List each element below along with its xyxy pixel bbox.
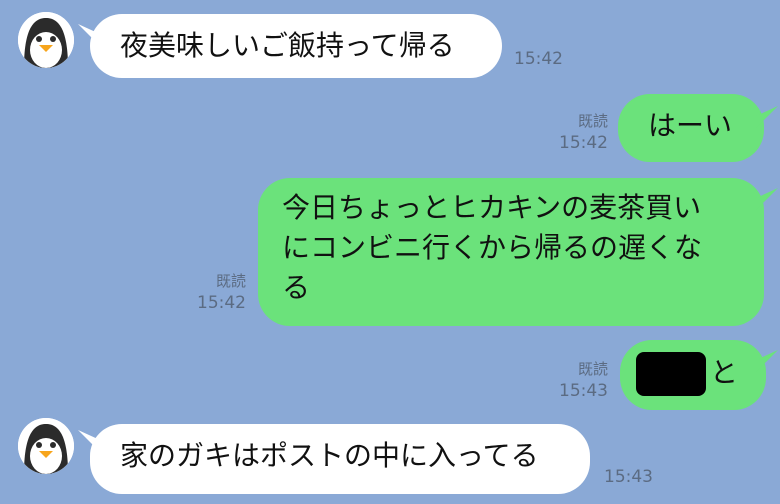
avatar-penguin-icon[interactable] (18, 12, 74, 68)
message-bubble-incoming[interactable]: 家のガキはポストの中に入ってる (90, 424, 590, 494)
message-bubble-outgoing[interactable]: 今日ちょっとヒカキンの麦茶買い にコンビニ行くから帰るの遅くな る (258, 178, 764, 326)
penguin-icon (18, 12, 74, 68)
message-time: 15:42 (514, 49, 563, 69)
message-meta: 15:42 (514, 48, 563, 70)
message-time: 15:42 (197, 293, 246, 313)
message-bubble-incoming[interactable]: 夜美味しいご飯持って帰る (90, 14, 502, 78)
message-meta: 既読 15:42 (184, 270, 246, 314)
bubble-tail (756, 350, 778, 372)
message-time: 15:43 (559, 381, 608, 401)
message-time: 15:42 (559, 133, 608, 153)
message-meta: 既読 15:42 (546, 110, 608, 154)
message-meta: 15:43 (604, 466, 653, 488)
message-bubble-outgoing[interactable]: と (620, 340, 766, 410)
read-receipt: 既読 (577, 360, 608, 378)
message-meta: 既読 15:43 (546, 358, 608, 402)
bubble-tail (756, 188, 778, 210)
message-text: 夜美味しいご飯持って帰る (120, 29, 455, 62)
bubble-tail (756, 106, 778, 128)
message-text: はーい (648, 109, 733, 142)
message-text: と (710, 356, 739, 389)
penguin-icon (18, 418, 74, 474)
message-text: 今日ちょっとヒカキンの麦茶買い にコンビニ行くから帰るの遅くな る (282, 191, 703, 304)
read-receipt: 既読 (215, 272, 246, 290)
avatar-penguin-icon[interactable] (18, 418, 74, 474)
redaction-block (636, 352, 706, 396)
message-bubble-outgoing[interactable]: はーい (618, 94, 764, 162)
message-time: 15:43 (604, 467, 653, 487)
read-receipt: 既読 (577, 112, 608, 130)
message-text: 家のガキはポストの中に入ってる (120, 439, 539, 472)
